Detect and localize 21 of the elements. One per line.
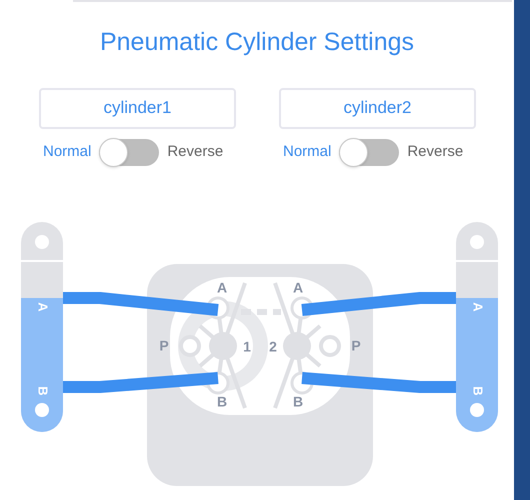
input-field[interactable]: cylinder2 xyxy=(279,88,476,128)
settings-title: Pneumatic Cylinder Settings xyxy=(100,27,414,58)
port-label: A xyxy=(216,280,228,296)
toggle-label: Reverse xyxy=(167,142,224,162)
toggle-switch[interactable] xyxy=(339,138,400,166)
port-label: B xyxy=(216,394,228,410)
input-field[interactable]: cylinder1 xyxy=(39,88,236,128)
toggle-label: Normal xyxy=(283,142,332,162)
port-label: P xyxy=(351,338,361,354)
port-label: A xyxy=(36,302,51,312)
port-label: A xyxy=(470,302,486,312)
toggle-switch[interactable] xyxy=(99,138,160,166)
valve-number: 2 xyxy=(269,338,277,355)
port-label: A xyxy=(292,280,304,296)
valve-number: 1 xyxy=(243,338,251,355)
toggle-label: Reverse xyxy=(407,142,464,162)
port-label: B xyxy=(470,386,486,396)
toggle-label: Normal xyxy=(43,142,92,162)
port-label: P xyxy=(159,338,169,354)
port-label: B xyxy=(36,386,51,396)
port-label: B xyxy=(292,394,304,410)
